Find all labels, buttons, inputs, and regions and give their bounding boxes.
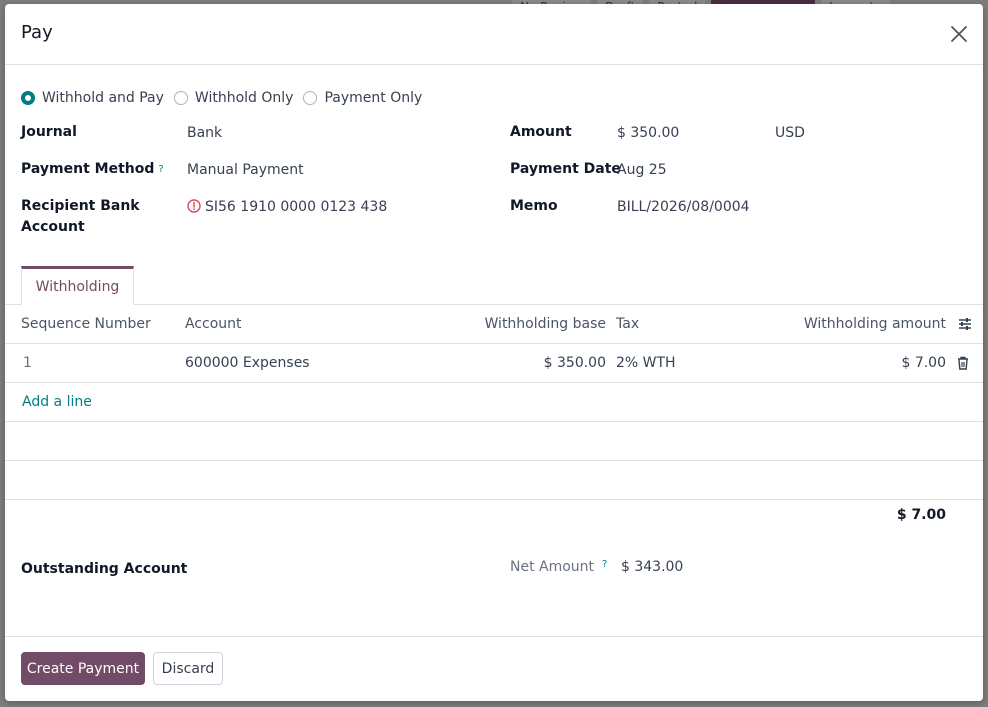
radio-checked-icon[interactable] [21,91,35,105]
payment-mode-group: Withhold and Pay Withhold Only Payment O… [21,90,432,106]
radio-withhold-only[interactable]: Withhold Only [173,90,294,106]
cell-withholding-base: $ 350.00 [543,355,606,371]
currency-field[interactable]: USD [775,123,805,144]
recipient-bank-field[interactable]: SI56 1910 0000 0123 438 [187,197,387,218]
withholding-total: $ 7.00 [896,507,946,523]
dialog-header: Pay [5,4,983,65]
recipient-bank-value: SI56 1910 0000 0123 438 [205,199,388,215]
recipient-bank-label-line1: Recipient Bank [21,198,140,214]
empty-row [5,422,983,461]
recipient-bank-label-line2: Account [21,219,85,235]
radio-payment-only[interactable]: Payment Only [303,90,422,106]
memo-label: Memo [510,198,558,214]
journal-label: Journal [21,124,77,140]
payment-date-label: Payment Date [510,161,621,177]
amount-field[interactable]: $ 350.00 [617,123,679,144]
cell-withholding-amount: $ 7.00 [901,355,946,371]
col-sequence-number[interactable]: Sequence Number [21,305,151,343]
close-icon[interactable] [947,22,971,46]
payment-method-field[interactable]: Manual Payment [187,160,304,181]
col-account[interactable]: Account [185,305,242,343]
col-withholding-amount[interactable]: Withholding amount [765,305,946,343]
radio-label: Withhold and Pay [42,90,164,106]
cell-account: 600000 Expenses [185,355,310,371]
col-withholding-base[interactable]: Withholding base [445,305,606,343]
notebook-tabs: Withholding [5,266,983,305]
withholding-table: Sequence Number Account Withholding base… [5,305,983,500]
help-icon[interactable]: ? [158,164,163,175]
recipient-bank-label: Recipient Bank Account [21,196,140,238]
warning-icon [187,199,201,213]
journal-field[interactable]: Bank [187,123,222,144]
memo-field[interactable]: BILL/2026/08/0004 [617,197,750,218]
discard-button[interactable]: Discard [153,652,223,685]
radio-unchecked-icon[interactable] [173,91,188,105]
net-amount-value: $ 343.00 [621,559,684,575]
net-amount-label-text: Net Amount [510,559,595,575]
add-a-line-link[interactable]: Add a line [22,383,92,421]
payment-method-label: Payment Method? [21,159,164,180]
radio-withhold-and-pay[interactable]: Withhold and Pay [21,90,164,106]
payment-date-field[interactable]: Aug 25 [617,160,667,181]
payment-method-label-text: Payment Method [21,161,155,177]
radio-label: Withhold Only [194,90,294,106]
pay-dialog: Pay Withhold and Pay Withhold Only Payme… [5,4,983,701]
dialog-footer: Create Payment Discard [5,636,983,701]
radio-label: Payment Only [324,90,423,106]
outstanding-account-label: Outstanding Account [21,561,188,577]
cell-sequence: 1 [23,355,32,371]
delete-icon[interactable] [957,344,969,382]
optional-columns-icon[interactable] [958,305,972,343]
col-tax[interactable]: Tax [616,305,639,343]
cell-tax: 2% WTH [616,355,676,371]
tab-withholding[interactable]: Withholding [21,266,134,305]
net-amount-label: Net Amount? [510,559,607,575]
help-icon[interactable]: ? [602,559,607,570]
empty-row [5,461,983,500]
radio-unchecked-icon[interactable] [303,91,318,105]
table-header: Sequence Number Account Withholding base… [5,305,983,344]
create-payment-button[interactable]: Create Payment [21,652,145,685]
table-row[interactable]: 1 600000 Expenses $ 350.00 2% WTH $ 7.00 [5,344,983,383]
dialog-title: Pay [21,22,53,43]
add-line-row: Add a line [5,383,983,422]
amount-label: Amount [510,124,572,140]
